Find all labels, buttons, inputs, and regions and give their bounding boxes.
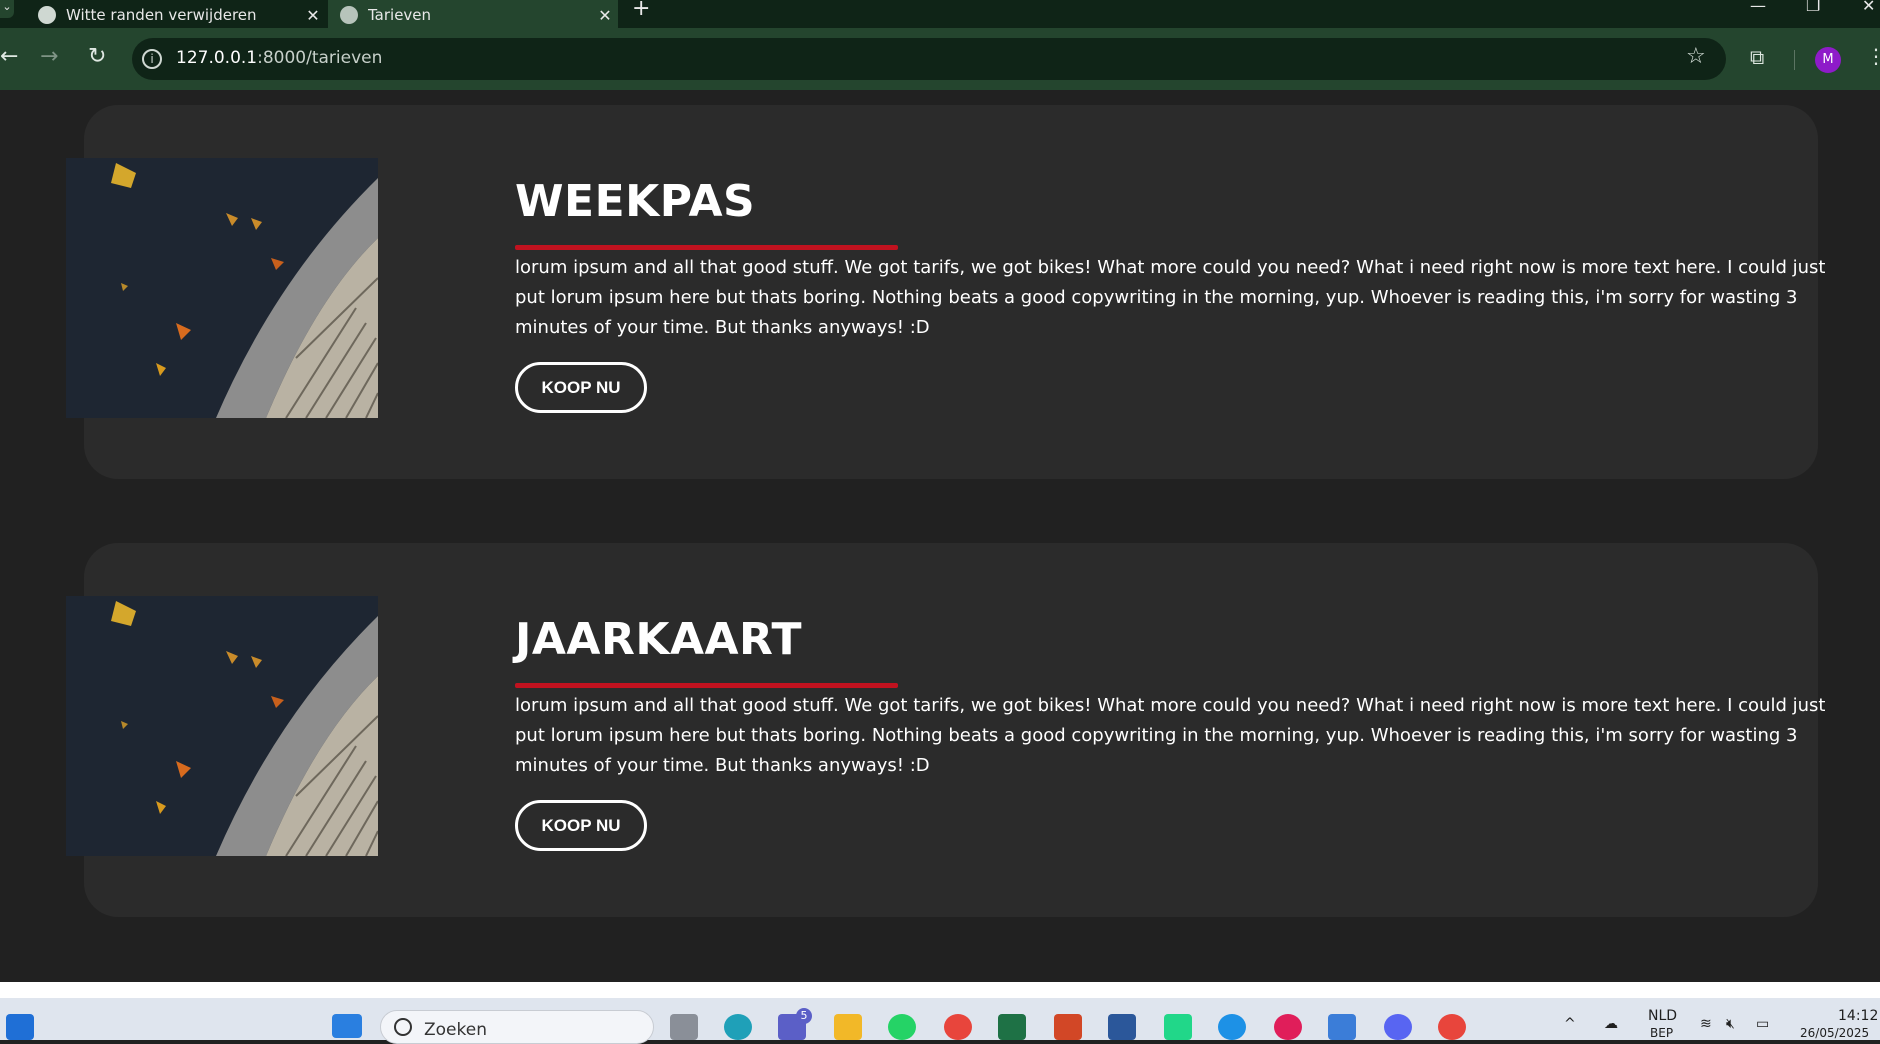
bookmark-star-icon[interactable]: ☆ (1686, 44, 1706, 69)
file-explorer-icon[interactable] (834, 1014, 862, 1040)
tab-search-icon[interactable]: ⌄ (0, 0, 14, 18)
globe-icon (340, 6, 358, 24)
chrome-profile-icon[interactable] (1438, 1014, 1466, 1040)
title-underline (515, 683, 898, 688)
minimize-icon[interactable]: — (1750, 0, 1766, 15)
docker-icon[interactable] (1218, 1014, 1246, 1040)
card-description: lorum ipsum and all that good stuff. We … (515, 257, 1826, 338)
close-tab-icon[interactable]: ✕ (300, 6, 326, 25)
card-description: lorum ipsum and all that good stuff. We … (515, 695, 1826, 776)
new-tab-icon[interactable]: + (632, 0, 650, 21)
taskbar-search[interactable] (380, 1010, 654, 1044)
clock-date[interactable]: 26/05/2025 (1800, 1026, 1869, 1040)
clock-time[interactable]: 14:12 (1838, 1008, 1878, 1024)
discord-icon[interactable] (1384, 1014, 1412, 1040)
pricing-card-weekpas: WEEKPAS lorum ipsum and all that good st… (66, 105, 1825, 479)
battery-icon[interactable]: ▭ (1756, 1016, 1769, 1032)
page-content: WEEKPAS lorum ipsum and all that good st… (0, 90, 1880, 982)
buy-button[interactable]: KOOP NU (515, 362, 647, 413)
search-icon (394, 1018, 412, 1036)
keyboard-layout: BEP (1650, 1026, 1674, 1040)
profile-avatar[interactable]: M (1815, 47, 1841, 73)
url-text[interactable]: 127.0.0.1:8000/tarieven (176, 48, 382, 68)
site-info-icon[interactable]: i (142, 49, 162, 69)
tab-witte-randen[interactable]: Witte randen verwijderen ✕ (26, 0, 326, 30)
buy-button[interactable]: KOOP NU (515, 800, 647, 851)
tab-title: Witte randen verwijderen (66, 6, 257, 24)
onedrive-icon[interactable]: ☁ (1604, 1016, 1618, 1032)
task-view-icon[interactable] (670, 1014, 698, 1040)
whatsapp-icon[interactable] (888, 1014, 916, 1040)
edge-icon[interactable] (724, 1014, 752, 1040)
slack-icon[interactable] (1274, 1014, 1302, 1040)
teams-badge: 5 (796, 1008, 812, 1024)
card-photo (66, 596, 378, 856)
volume-muted-icon[interactable]: 🔇︎ (1726, 1016, 1735, 1032)
card-title: JAARKAART (515, 614, 802, 665)
browser-menu-icon[interactable]: ⋮ (1866, 44, 1880, 68)
tab-tarieven[interactable]: Tarieven ✕ (328, 0, 618, 30)
start-icon[interactable] (332, 1014, 362, 1038)
excel-icon[interactable] (998, 1014, 1026, 1040)
word-icon[interactable] (1108, 1014, 1136, 1040)
openai-favicon-icon (38, 6, 56, 24)
extensions-icon[interactable]: ⧉ (1750, 45, 1764, 69)
title-underline (515, 245, 898, 250)
windows-taskbar (0, 998, 1880, 1040)
search-label: Zoeken (424, 1020, 487, 1040)
chrome-icon[interactable] (944, 1014, 972, 1040)
reload-icon[interactable]: ↻ (88, 44, 106, 69)
powerpoint-icon[interactable] (1054, 1014, 1082, 1040)
wifi-icon[interactable]: ≋ (1700, 1016, 1712, 1032)
pycharm-icon[interactable] (1164, 1014, 1192, 1040)
restore-icon[interactable]: ❐ (1806, 0, 1820, 15)
card-title: WEEKPAS (515, 176, 756, 227)
back-icon[interactable]: ← (0, 44, 18, 69)
card-photo (66, 158, 378, 418)
language-indicator[interactable]: NLD (1648, 1008, 1677, 1024)
tab-strip: ⌄ Witte randen verwijderen ✕ Tarieven ✕ … (0, 0, 1880, 30)
show-hidden-icons-icon[interactable]: ^ (1564, 1016, 1576, 1032)
forward-icon[interactable]: → (40, 44, 58, 69)
tab-title: Tarieven (368, 6, 432, 24)
close-window-icon[interactable]: ✕ (1862, 0, 1875, 15)
widgets-icon[interactable] (6, 1014, 34, 1040)
photos-icon[interactable] (1328, 1014, 1356, 1040)
close-tab-icon[interactable]: ✕ (592, 6, 618, 25)
pricing-card-jaarkaart: JAARKAART lorum ipsum and all that good … (66, 543, 1825, 917)
page-bottom-strip (0, 982, 1880, 998)
toolbar-divider (1794, 50, 1795, 70)
